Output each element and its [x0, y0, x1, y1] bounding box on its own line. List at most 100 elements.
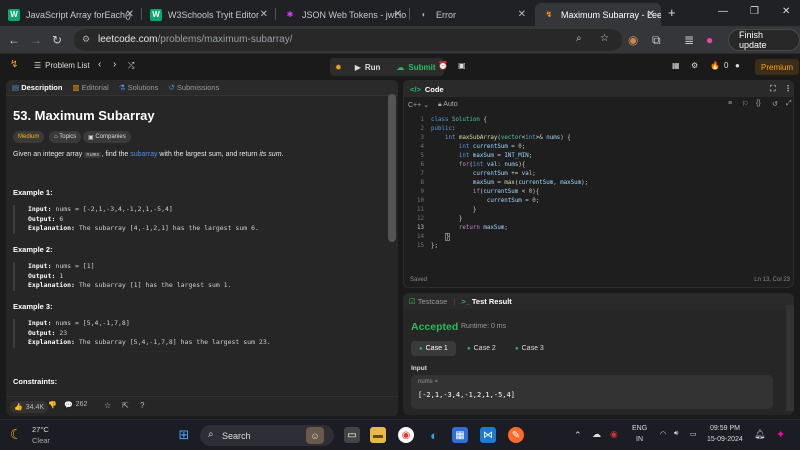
extensions-puzzle-icon[interactable]: ⧉ — [652, 33, 661, 48]
file-explorer-icon[interactable]: ▬ — [370, 427, 386, 443]
case-tab[interactable]: ● Case 3 — [507, 341, 552, 356]
tab-test-result[interactable]: >_ Test Result — [461, 297, 512, 306]
favorite-star-icon[interactable]: ☆ — [104, 401, 111, 410]
profile-avatar[interactable]: ● — [706, 33, 713, 47]
like-button[interactable]: 👍 34.4K — [10, 401, 49, 413]
more-icon[interactable]: ⋮ — [784, 84, 792, 93]
language-indicator[interactable]: ENG — [632, 425, 647, 432]
minimize-icon[interactable]: — — [718, 6, 728, 17]
battery-icon[interactable]: ▭ — [690, 430, 697, 438]
browser-tab[interactable]: ◐ Error ✕ — [410, 3, 532, 26]
prev-problem-icon[interactable]: ‹ — [98, 59, 101, 70]
settings-gear-icon[interactable]: ⚙ — [691, 61, 698, 70]
windows-start-icon[interactable]: ⊞ — [176, 427, 192, 443]
tab-solutions[interactable]: ⚗ Solutions — [119, 83, 159, 92]
help-icon[interactable]: ? — [140, 401, 144, 410]
chrome-icon[interactable]: ◉ — [398, 427, 414, 443]
topics-chip[interactable]: ⌂ Topics — [49, 131, 82, 143]
browser-tab-active[interactable]: ↯ Maximum Subarray - Lee ✕ — [535, 3, 661, 26]
window-close-icon[interactable]: ✕ — [782, 6, 790, 17]
clock-time[interactable]: 09:59 PM — [710, 425, 740, 432]
tray-antivirus-icon[interactable]: ◉ — [610, 429, 618, 440]
fullscreen-icon[interactable]: ⤢ — [786, 100, 792, 108]
description-panel: ▤ Description ▥ Editorial ⚗ Solutions ↺ … — [6, 80, 398, 416]
finish-update-button[interactable]: Finish update — [728, 29, 800, 51]
reading-list-icon[interactable]: ≣ — [684, 33, 694, 47]
address-bar[interactable]: ⚙ leetcode.com/problems/maximum-subarray… — [74, 29, 622, 51]
bookmark-icon[interactable]: ⚐ — [742, 100, 748, 108]
site-info-icon[interactable]: ⚙ — [82, 34, 90, 45]
volume-icon[interactable]: 🔊︎ — [674, 430, 678, 438]
param-name: nums = — [418, 379, 438, 385]
case-tab[interactable]: ● Case 2 — [459, 341, 504, 356]
tray-app-icon[interactable]: ☁ — [592, 429, 601, 440]
browser-tab[interactable]: ✱ JSON Web Tokens - jwt.io ✕ — [276, 3, 408, 26]
maximize-icon[interactable]: ⛶ — [770, 84, 776, 94]
jwt-favicon-icon: ✱ — [286, 10, 294, 19]
notification-bell-icon[interactable]: 🔔︎ — [754, 429, 765, 440]
close-icon[interactable]: ✕ — [260, 9, 268, 20]
browser-tab[interactable]: W W3Schools Tryit Editor ✕ — [142, 3, 274, 26]
test-panel-scrollbar[interactable] — [786, 305, 794, 411]
tab-submissions[interactable]: ↺ Submissions — [168, 83, 219, 92]
format-icon[interactable]: ≡ — [728, 100, 732, 107]
submit-button[interactable]: ☁ Submit — [388, 58, 443, 76]
reload-icon[interactable]: ↻ — [52, 33, 62, 47]
auto-toggle[interactable]: 🔒︎ Auto — [438, 101, 458, 109]
next-problem-icon[interactable]: › — [113, 59, 116, 70]
run-button[interactable]: ▶ Run — [347, 58, 389, 76]
notes-icon[interactable]: ▣ — [458, 61, 466, 70]
close-icon[interactable]: ✕ — [394, 9, 402, 20]
example-title: Example 1: — [13, 188, 53, 197]
zoom-search-icon[interactable]: ⌕ — [576, 33, 582, 44]
premium-button[interactable]: Premium — [755, 59, 800, 75]
code-editor[interactable]: 1 class Solution { 2 public: 3 int maxSu… — [404, 117, 793, 272]
weather-moon-icon[interactable]: ☾ — [10, 426, 23, 443]
description-scrollbar[interactable] — [388, 94, 396, 242]
bookmark-star-icon[interactable]: ☆ — [600, 33, 609, 44]
new-tab-button[interactable]: + — [668, 5, 676, 20]
subarray-link[interactable]: subarray — [130, 151, 157, 158]
layout-icon[interactable]: ▦ — [672, 61, 680, 70]
forward-icon[interactable]: → — [30, 33, 42, 47]
copilot-icon[interactable]: ✦ — [776, 428, 785, 441]
debug-icon[interactable]: ✹ — [330, 58, 347, 76]
wifi-icon[interactable]: ◠ — [660, 430, 666, 438]
task-view-icon[interactable]: ▭ — [344, 427, 360, 443]
tab-editorial[interactable]: ▥ Editorial — [72, 83, 108, 92]
case-tab[interactable]: ● Case 1 — [411, 341, 456, 356]
desc-emphasis: its sum — [259, 151, 282, 158]
edge-icon[interactable]: ◐ — [426, 427, 442, 443]
leetcode-logo-icon[interactable]: ↯ — [10, 59, 18, 70]
close-icon[interactable]: ✕ — [518, 9, 526, 20]
postman-icon[interactable]: ✎ — [508, 427, 524, 443]
language-select[interactable]: C++ ⌄ — [408, 101, 429, 109]
user-avatar[interactable]: ● — [735, 61, 740, 70]
comments-button[interactable]: 💬 262 — [64, 401, 87, 409]
share-icon[interactable]: ⇱ — [122, 401, 129, 410]
companies-chip[interactable]: ▣ Companies — [83, 131, 131, 143]
restore-icon[interactable]: ❐ — [750, 6, 759, 17]
store-icon[interactable]: ▦ — [452, 427, 468, 443]
timer-icon[interactable]: ⏰ — [438, 61, 448, 70]
close-icon[interactable]: ✕ — [647, 9, 655, 20]
line-number: 2 — [420, 126, 425, 132]
problem-list-button[interactable]: ☰ Problem List — [34, 61, 90, 70]
tab-testcase[interactable]: ☑ Testcase — [409, 297, 447, 306]
vscode-icon[interactable]: ⋈ — [480, 427, 496, 443]
braces-icon[interactable]: {} — [756, 100, 761, 107]
code-line: class Solution { — [431, 117, 487, 123]
reset-icon[interactable]: ↺ — [772, 100, 778, 108]
tab-description[interactable]: ▤ Description — [12, 83, 62, 92]
clock-date[interactable]: 15-09-2024 — [707, 436, 743, 443]
cursor-position: Ln 13, Col 23 — [754, 277, 790, 283]
back-icon[interactable]: ← — [8, 33, 20, 47]
dislike-icon[interactable]: 👎 — [48, 401, 57, 409]
tray-chevron-icon[interactable]: ⌃ — [574, 430, 582, 441]
streak-counter[interactable]: 🔥 0 — [710, 61, 728, 70]
close-icon[interactable]: ✕ — [126, 9, 134, 20]
extension-icon[interactable]: ◉ — [628, 33, 638, 47]
shuffle-icon[interactable]: ⤮ — [128, 61, 134, 71]
browser-tab[interactable]: W JavaScript Array forEach() ✕ — [0, 3, 140, 26]
taskbar-search[interactable]: ⌕ Search ☺ — [200, 425, 334, 446]
